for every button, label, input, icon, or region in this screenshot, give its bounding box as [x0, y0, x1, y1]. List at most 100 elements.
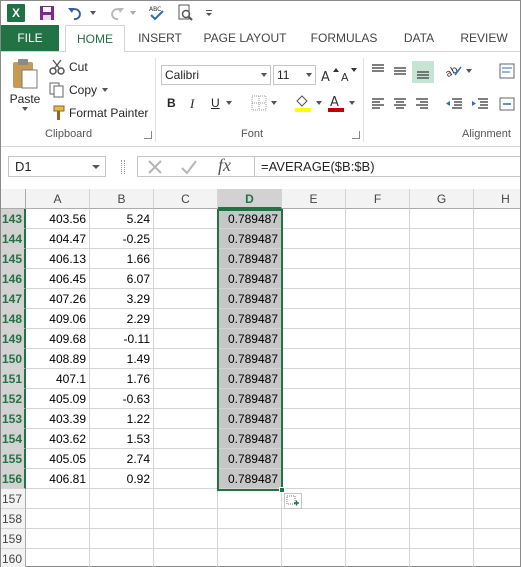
cell-d[interactable]: 0.789487 — [218, 429, 282, 449]
select-all-corner[interactable] — [1, 189, 26, 209]
cell-b[interactable] — [90, 509, 154, 529]
cell-b[interactable]: 1.53 — [90, 429, 154, 449]
cell-a[interactable]: 408.89 — [26, 349, 90, 369]
row-header[interactable]: 143 — [1, 209, 26, 229]
cell-f[interactable] — [346, 469, 410, 489]
cell-d[interactable]: 0.789487 — [218, 309, 282, 329]
cell-h[interactable] — [474, 409, 520, 429]
align-center-button[interactable] — [392, 96, 408, 112]
cell-b[interactable]: -0.63 — [90, 389, 154, 409]
font-name-select[interactable]: Calibri — [161, 65, 271, 85]
font-color-button[interactable]: A — [327, 94, 356, 112]
cell-c[interactable] — [154, 389, 218, 409]
cell-b[interactable]: -0.11 — [90, 329, 154, 349]
column-header-d[interactable]: D — [218, 189, 282, 209]
cell-d[interactable]: 0.789487 — [218, 449, 282, 469]
cell-f[interactable] — [346, 509, 410, 529]
cell-g[interactable] — [410, 289, 474, 309]
cell-h[interactable] — [474, 509, 520, 529]
cell-b[interactable] — [90, 529, 154, 549]
top-align-button[interactable] — [370, 63, 386, 79]
row-header[interactable]: 146 — [1, 269, 26, 289]
cell-b[interactable]: 6.07 — [90, 269, 154, 289]
cell-a[interactable] — [26, 489, 90, 509]
cell-c[interactable] — [154, 409, 218, 429]
redo-dropdown-icon[interactable] — [128, 3, 138, 23]
decrease-indent-button[interactable] — [445, 96, 463, 112]
cell-h[interactable] — [474, 449, 520, 469]
row-header[interactable]: 149 — [1, 329, 26, 349]
cell-g[interactable] — [410, 429, 474, 449]
cell-b[interactable] — [90, 549, 154, 567]
cell-c[interactable] — [154, 449, 218, 469]
column-header-c[interactable]: C — [154, 189, 218, 209]
cell-b[interactable]: 1.22 — [90, 409, 154, 429]
cell-f[interactable] — [346, 549, 410, 567]
row-header[interactable]: 152 — [1, 389, 26, 409]
cell-g[interactable] — [410, 249, 474, 269]
formula-input[interactable]: =AVERAGE($B:$B) — [254, 156, 520, 177]
cell-h[interactable] — [474, 349, 520, 369]
font-launcher-icon[interactable] — [352, 131, 360, 139]
cell-f[interactable] — [346, 209, 410, 229]
cell-a[interactable]: 403.39 — [26, 409, 90, 429]
cell-a[interactable]: 406.81 — [26, 469, 90, 489]
middle-align-button[interactable] — [392, 63, 408, 79]
cell-a[interactable]: 405.05 — [26, 449, 90, 469]
tab-formulas[interactable]: FORMULAS — [307, 25, 381, 51]
cell-f[interactable] — [346, 249, 410, 269]
cell-h[interactable] — [474, 549, 520, 567]
cell-g[interactable] — [410, 529, 474, 549]
wrap-text-button[interactable] — [499, 63, 515, 79]
cell-h[interactable] — [474, 309, 520, 329]
cell-b[interactable]: 1.49 — [90, 349, 154, 369]
cell-f[interactable] — [346, 309, 410, 329]
cell-g[interactable] — [410, 509, 474, 529]
cell-g[interactable] — [410, 309, 474, 329]
cell-h[interactable] — [474, 429, 520, 449]
redo-icon[interactable] — [105, 3, 127, 23]
cell-c[interactable] — [154, 209, 218, 229]
cell-e[interactable] — [282, 329, 346, 349]
spelling-icon[interactable]: ABC — [147, 3, 167, 23]
cell-e[interactable] — [282, 549, 346, 567]
cell-c[interactable] — [154, 429, 218, 449]
cell-d[interactable]: 0.789487 — [218, 349, 282, 369]
cell-e[interactable] — [282, 249, 346, 269]
cell-h[interactable] — [474, 389, 520, 409]
cell-c[interactable] — [154, 529, 218, 549]
row-header[interactable]: 153 — [1, 409, 26, 429]
cell-h[interactable] — [474, 469, 520, 489]
cell-h[interactable] — [474, 269, 520, 289]
cell-e[interactable] — [282, 429, 346, 449]
cell-c[interactable] — [154, 349, 218, 369]
cell-e[interactable] — [282, 449, 346, 469]
bottom-align-button[interactable] — [412, 61, 434, 83]
cell-f[interactable] — [346, 529, 410, 549]
fill-color-button[interactable] — [294, 94, 323, 112]
cell-h[interactable] — [474, 249, 520, 269]
font-size-select[interactable]: 11 — [273, 65, 316, 85]
cell-f[interactable] — [346, 409, 410, 429]
cell-c[interactable] — [154, 249, 218, 269]
save-icon[interactable] — [37, 3, 57, 23]
cell-a[interactable]: 404.47 — [26, 229, 90, 249]
cell-c[interactable] — [154, 289, 218, 309]
cell-e[interactable] — [282, 209, 346, 229]
tab-insert[interactable]: INSERT — [135, 25, 185, 51]
cell-c[interactable] — [154, 369, 218, 389]
cell-e[interactable] — [282, 349, 346, 369]
cell-a[interactable] — [26, 549, 90, 567]
cell-c[interactable] — [154, 269, 218, 289]
cell-g[interactable] — [410, 349, 474, 369]
quick-analysis-button[interactable] — [284, 493, 302, 509]
tab-home[interactable]: HOME — [65, 25, 125, 52]
cell-h[interactable] — [474, 489, 520, 509]
row-header[interactable]: 156 — [1, 469, 26, 489]
cell-g[interactable] — [410, 369, 474, 389]
cell-e[interactable] — [282, 469, 346, 489]
orientation-button[interactable]: ab — [445, 63, 473, 79]
cell-g[interactable] — [410, 409, 474, 429]
cell-d[interactable]: 0.789487 — [218, 209, 282, 229]
customize-toolbar-icon[interactable] — [204, 3, 214, 23]
